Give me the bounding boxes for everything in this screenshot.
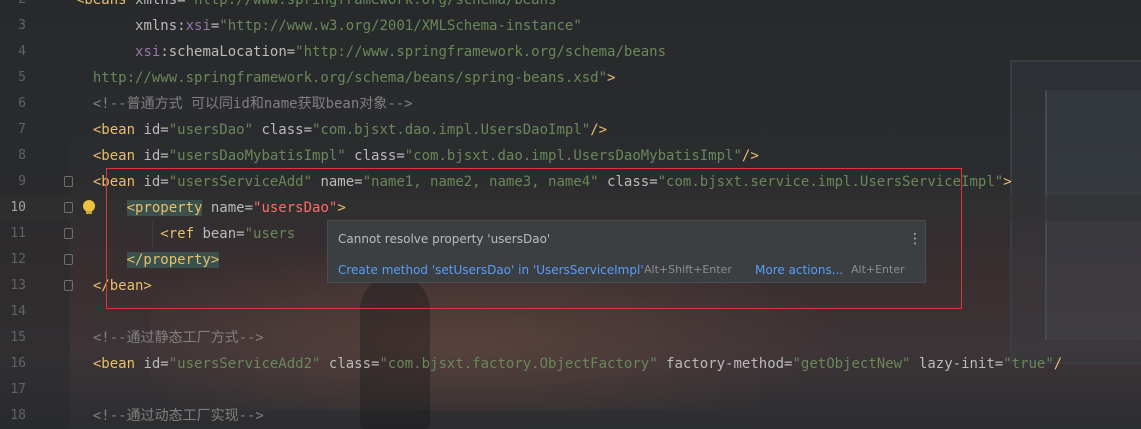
inspection-popup[interactable]: Cannot resolve property 'usersDao' ⋮ Cre… — [327, 220, 926, 283]
line-number: 4 — [18, 44, 26, 59]
code-text: <beans xmlns="http://www.springframework… — [76, 0, 565, 13]
line-number: 12 — [10, 252, 26, 267]
line-number: 2 — [0, 0, 26, 13]
code-token: :schemaLocation= — [160, 44, 296, 60]
code-line[interactable]: 2 <beans xmlns="http://www.springframewor… — [0, 0, 1141, 13]
inspection-message: Cannot resolve property 'usersDao' — [338, 232, 551, 246]
code-token: "com.bjsxt.dao.impl.UsersDaoImpl" — [312, 122, 591, 138]
line-number: 5 — [18, 70, 26, 85]
code-text: http://www.springframework.org/schema/be… — [76, 65, 616, 91]
code-line[interactable]: 15 <!--通过静态工厂方式--> — [0, 325, 1141, 351]
code-token: class= — [261, 122, 313, 138]
fold-marker-icon[interactable] — [64, 202, 73, 213]
more-vertical-icon[interactable]: ⋮ — [908, 231, 922, 247]
code-token: "true" — [1003, 356, 1054, 372]
code-text: <!--通过动态工厂实现--> — [76, 403, 264, 429]
code-token: http://www.springframework.org/schema/be… — [76, 70, 608, 86]
code-line[interactable]: 18 <!--通过动态工厂实现--> — [0, 403, 1141, 429]
code-token: xmlns= — [135, 0, 186, 8]
code-token: "getObjectNew" — [792, 356, 919, 372]
create-method-action[interactable]: Create method 'setUsersDao' in 'UsersSer… — [338, 263, 644, 277]
code-token: > — [607, 70, 616, 86]
line-number: 6 — [18, 96, 26, 111]
code-token: "http://www.springframework.org/schema/b… — [185, 0, 565, 8]
code-line[interactable]: 4 xsi:schemaLocation="http://www.springf… — [0, 39, 1141, 65]
code-token: xsi — [185, 18, 211, 34]
code-text: <!--通过静态工厂方式--> — [76, 325, 264, 351]
line-number: 16 — [10, 356, 26, 371]
code-token: xsi — [135, 44, 161, 60]
code-token: > — [1003, 174, 1012, 190]
code-text: <bean id="usersServiceAdd2" class="com.b… — [76, 351, 1062, 377]
code-token: id= — [143, 122, 169, 138]
code-token: "usersServiceAdd2" — [168, 356, 329, 372]
fold-marker-icon[interactable] — [64, 280, 73, 291]
code-line[interactable]: 6 <!--普通方式 可以同id和name获取bean对象--> — [0, 91, 1141, 117]
code-line[interactable]: 3 xmlns:xsi="http://www.w3.org/2001/XMLS… — [0, 13, 1141, 39]
code-editor[interactable]: 2<beans xmlns="http://www.springframewor… — [0, 0, 1141, 429]
line-number: 13 — [10, 278, 26, 293]
line-number: 18 — [10, 408, 26, 423]
line-number: 10 — [10, 200, 26, 215]
fold-marker-icon[interactable] — [64, 254, 73, 265]
code-token: "http://www.w3.org/2001/XMLSchema-instan… — [219, 18, 582, 34]
line-number: 17 — [10, 382, 26, 397]
line-number: 11 — [10, 226, 26, 241]
fold-marker-icon[interactable] — [64, 228, 73, 239]
code-token: "usersDaoMybatisImpl" — [168, 148, 355, 164]
code-token: "com.bjsxt.dao.impl.UsersDaoMybatisImpl" — [404, 148, 742, 164]
code-text: <bean id="usersDaoMybatisImpl" class="co… — [76, 143, 759, 169]
more-actions-shortcut: Alt+Enter — [851, 263, 905, 276]
code-token: <!--普通方式 可以同id和name获取bean对象--> — [76, 96, 413, 112]
code-line[interactable]: 7 <bean id="usersDao" class="com.bjsxt.d… — [0, 117, 1141, 143]
code-token: / — [1053, 356, 1063, 372]
code-token: id= — [143, 148, 169, 164]
code-line[interactable]: 5 http://www.springframework.org/schema/… — [0, 65, 1141, 91]
code-line[interactable]: 16 <bean id="usersServiceAdd2" class="co… — [0, 351, 1141, 377]
fold-marker-icon[interactable] — [64, 176, 73, 187]
code-token: <!--通过动态工厂实现--> — [76, 408, 264, 424]
line-number: 15 — [10, 330, 26, 345]
code-token: "usersDao" — [168, 122, 262, 138]
code-text: xsi:schemaLocation="http://www.springfra… — [76, 39, 666, 65]
code-token: "com.bjsxt.factory.ObjectFactory" — [379, 356, 667, 372]
line-number: 9 — [18, 174, 26, 189]
code-token: class= — [328, 356, 380, 372]
code-line[interactable]: 8 <bean id="usersDaoMybatisImpl" class="… — [0, 143, 1141, 169]
code-line[interactable]: 17 — [0, 377, 1141, 403]
more-actions-link[interactable]: More actions... — [755, 263, 843, 277]
line-number: 3 — [18, 18, 26, 33]
code-token: <bean — [76, 122, 144, 138]
code-token: <bean — [76, 148, 144, 164]
code-token: <beans — [76, 0, 136, 8]
code-token: class= — [354, 148, 405, 164]
line-number: 8 — [18, 148, 26, 163]
create-method-shortcut: Alt+Shift+Enter — [644, 263, 732, 276]
code-token: /> — [741, 148, 759, 164]
line-number: 14 — [10, 304, 26, 319]
code-token: <!--通过静态工厂方式--> — [76, 330, 264, 346]
code-text: xmlns:xsi="http://www.w3.org/2001/XMLSch… — [76, 13, 582, 39]
code-token: lazy-init= — [918, 356, 1004, 372]
line-number: 7 — [18, 122, 26, 137]
code-text: <bean id="usersDao" class="com.bjsxt.dao… — [76, 117, 607, 143]
code-token: <bean — [76, 356, 144, 372]
code-token: factory-method= — [666, 356, 793, 372]
code-token: /> — [590, 122, 608, 138]
code-token: id= — [143, 356, 169, 372]
code-text: <!--普通方式 可以同id和name获取bean对象--> — [76, 91, 413, 117]
code-token: xmlns: — [135, 18, 186, 34]
code-token: "http://www.springframework.org/schema/b… — [295, 44, 667, 60]
